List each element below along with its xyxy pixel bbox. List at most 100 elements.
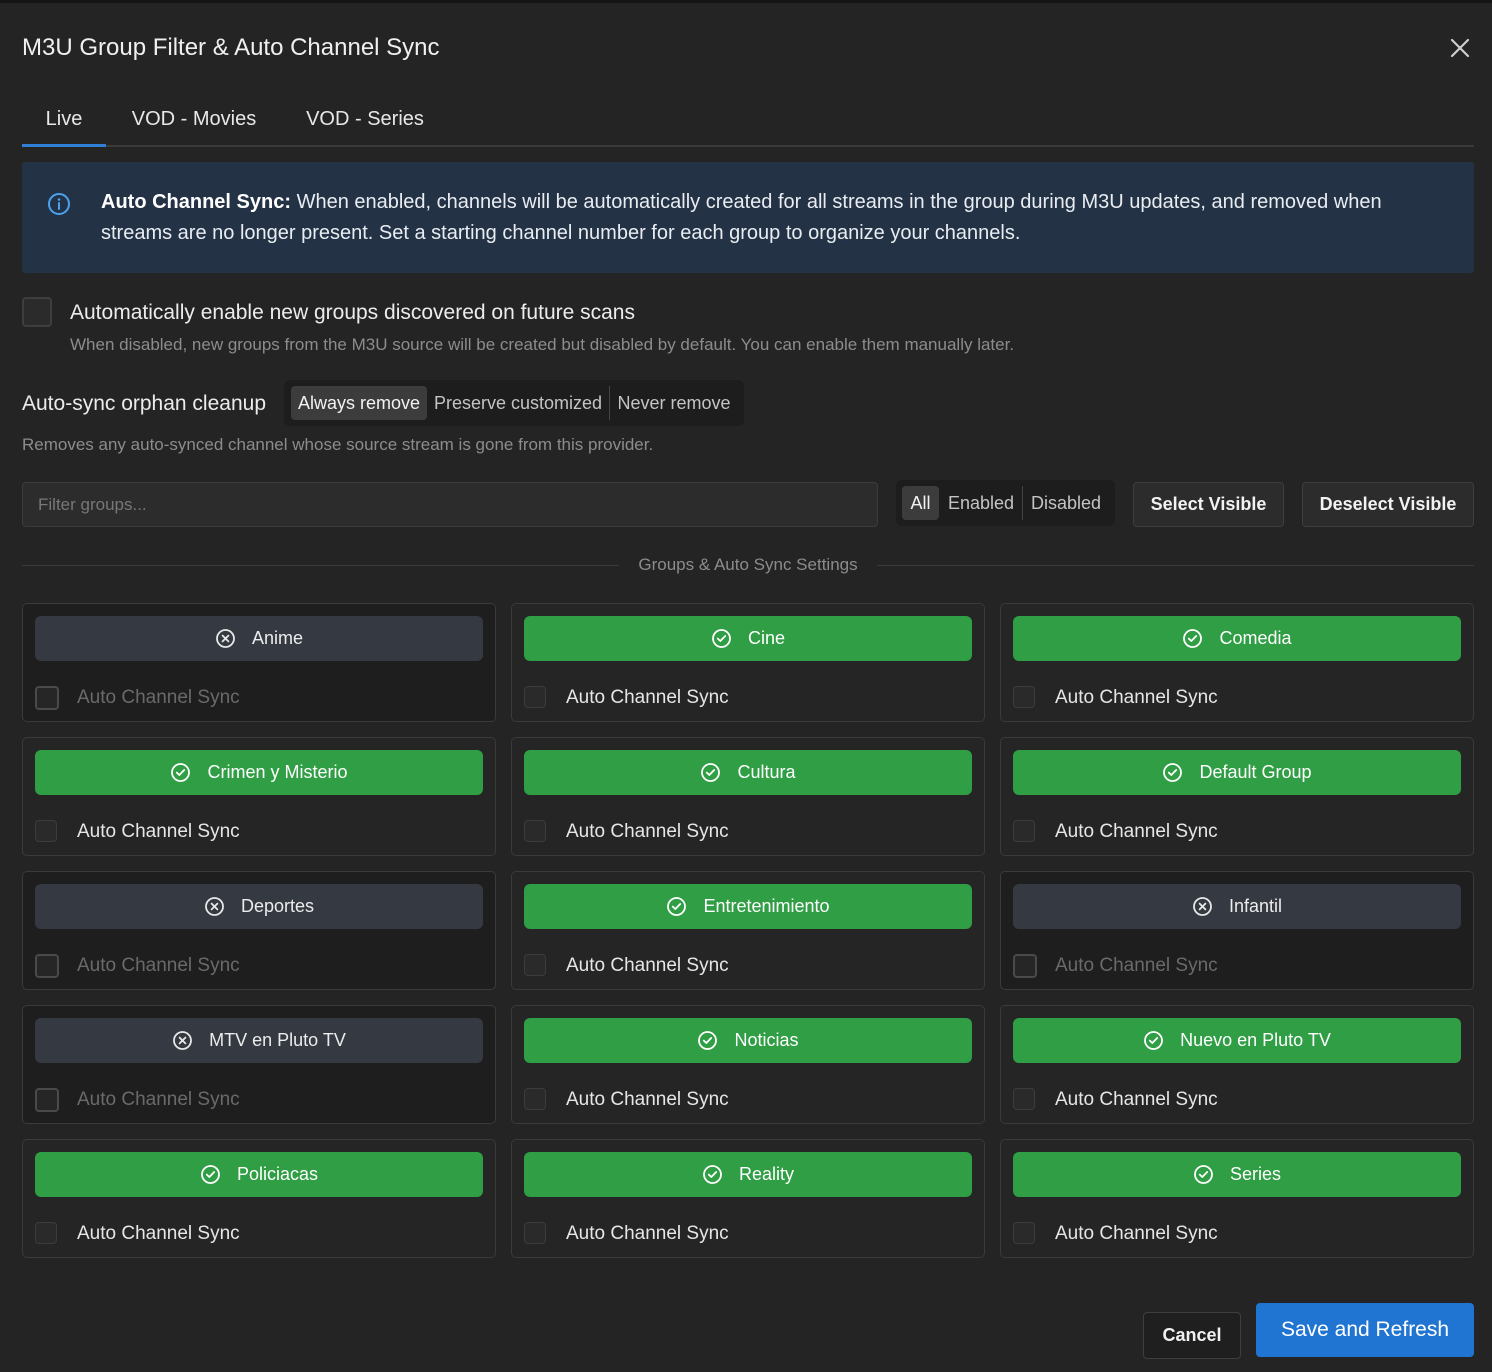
group-toggle-button[interactable]: Deportes [35,884,483,929]
x-circle-icon [173,1031,193,1050]
select-visible-button[interactable]: Select Visible [1133,482,1284,527]
segment-divider [1022,486,1023,520]
group-toggle-button[interactable]: Default Group [1013,750,1461,795]
group-card: Series Auto Channel Sync [1000,1139,1474,1258]
tab-live[interactable]: Live [22,108,106,147]
auto-channel-sync-checkbox[interactable] [35,1088,59,1112]
group-card: Reality Auto Channel Sync [511,1139,985,1258]
group-card: Default Group Auto Channel Sync [1000,737,1474,856]
auto-channel-sync-label: Auto Channel Sync [77,955,240,976]
info-bold: Auto Channel Sync: [101,191,292,213]
orphan-cleanup-segmented: Always remove Preserve customized Never … [284,380,744,426]
group-toggle-button[interactable]: Infantil [1013,884,1461,929]
auto-channel-sync-checkbox[interactable] [35,820,57,842]
group-card: Entretenimiento Auto Channel Sync [511,871,985,990]
auto-enable-checkbox[interactable] [22,297,52,327]
x-circle-icon [216,629,235,648]
segment-divider [609,386,610,420]
info-alert: Auto Channel Sync: When enabled, channel… [22,162,1474,273]
group-name: Noticias [734,1030,799,1050]
close-icon[interactable] [1446,34,1474,62]
auto-channel-sync-label: Auto Channel Sync [77,687,240,708]
auto-channel-sync-checkbox[interactable] [524,1222,546,1244]
tab-bar: Live VOD - Movies VOD - Series [22,100,1474,147]
filter-groups-input[interactable] [22,482,878,527]
group-toggle-button[interactable]: Entretenimiento [524,884,972,929]
group-name: Comedia [1219,628,1292,648]
check-circle-icon [1163,763,1183,782]
auto-channel-sync-label: Auto Channel Sync [566,821,729,842]
group-card: Cultura Auto Channel Sync [511,737,985,856]
filter-enabled[interactable]: Enabled [943,486,1019,520]
group-card: Cine Auto Channel Sync [511,603,985,722]
group-toggle-button[interactable]: Nuevo en Pluto TV [1013,1018,1461,1063]
group-toggle-button[interactable]: Cultura [524,750,972,795]
group-name: MTV en Pluto TV [209,1030,346,1050]
check-circle-icon [701,763,721,782]
info-icon [48,193,70,215]
group-name: Cine [747,628,786,648]
deselect-visible-button[interactable]: Deselect Visible [1302,482,1474,527]
tab-vod-movies[interactable]: VOD - Movies [122,108,266,147]
group-toggle-button[interactable]: Cine [524,616,972,661]
auto-channel-sync-checkbox[interactable] [524,1088,546,1110]
auto-channel-sync-checkbox[interactable] [1013,954,1037,978]
auto-channel-sync-checkbox[interactable] [1013,1088,1035,1110]
group-toggle-button[interactable]: Reality [524,1152,972,1197]
save-and-refresh-button[interactable]: Save and Refresh [1256,1303,1474,1357]
group-toggle-button[interactable]: Comedia [1013,616,1461,661]
auto-channel-sync-label: Auto Channel Sync [566,955,729,976]
filter-disabled[interactable]: Disabled [1024,486,1108,520]
group-card: Nuevo en Pluto TV Auto Channel Sync [1000,1005,1474,1124]
group-toggle-button[interactable]: Policiacas [35,1152,483,1197]
check-circle-icon [1194,1165,1213,1184]
auto-channel-sync-label: Auto Channel Sync [566,1223,729,1244]
tab-vod-series[interactable]: VOD - Series [298,108,432,147]
check-circle-icon [698,1031,718,1050]
section-divider-right [877,565,1474,566]
check-circle-icon [703,1165,722,1184]
auto-channel-sync-label: Auto Channel Sync [1055,955,1218,976]
groups-section-header: Groups & Auto Sync Settings [638,555,858,574]
auto-channel-sync-label: Auto Channel Sync [77,1089,240,1110]
auto-channel-sync-checkbox[interactable] [1013,686,1035,708]
auto-channel-sync-checkbox[interactable] [35,686,59,710]
group-name: Nuevo en Pluto TV [1180,1030,1331,1050]
auto-channel-sync-label: Auto Channel Sync [566,1089,729,1110]
orphan-cleanup-label: Auto-sync orphan cleanup [22,392,266,415]
group-card: Anime Auto Channel Sync [22,603,496,722]
check-circle-icon [712,629,731,648]
status-filter-segmented: All Enabled Disabled [896,480,1115,526]
orphan-preserve-customized[interactable]: Preserve customized [430,386,606,420]
group-name: Reality [738,1164,795,1184]
orphan-never-remove[interactable]: Never remove [611,386,737,420]
info-text: Auto Channel Sync: When enabled, channel… [101,187,1451,249]
group-toggle-button[interactable]: Series [1013,1152,1461,1197]
orphan-cleanup-description: Removes any auto-synced channel whose so… [22,435,654,454]
group-toggle-button[interactable]: MTV en Pluto TV [35,1018,483,1063]
auto-channel-sync-checkbox[interactable] [524,954,546,976]
auto-channel-sync-checkbox[interactable] [524,820,546,842]
auto-channel-sync-label: Auto Channel Sync [77,1223,240,1244]
window-top-border [0,0,1492,3]
auto-channel-sync-checkbox[interactable] [524,686,546,708]
check-circle-icon [171,763,191,782]
check-circle-icon [1144,1031,1164,1050]
group-card: Deportes Auto Channel Sync [22,871,496,990]
group-card: Crimen y Misterio Auto Channel Sync [22,737,496,856]
group-toggle-button[interactable]: Crimen y Misterio [35,750,483,795]
group-toggle-button[interactable]: Anime [35,616,483,661]
auto-channel-sync-checkbox[interactable] [1013,820,1035,842]
filter-all[interactable]: All [902,486,939,520]
auto-channel-sync-checkbox[interactable] [1013,1222,1035,1244]
group-toggle-button[interactable]: Noticias [524,1018,972,1063]
check-circle-icon [201,1165,220,1184]
orphan-always-remove[interactable]: Always remove [291,386,427,420]
auto-channel-sync-checkbox[interactable] [35,1222,57,1244]
auto-channel-sync-label: Auto Channel Sync [1055,687,1218,708]
cancel-button[interactable]: Cancel [1143,1312,1241,1359]
check-circle-icon [667,897,687,916]
section-divider-left [22,565,619,566]
auto-enable-label: Automatically enable new groups discover… [70,301,635,324]
auto-channel-sync-checkbox[interactable] [35,954,59,978]
